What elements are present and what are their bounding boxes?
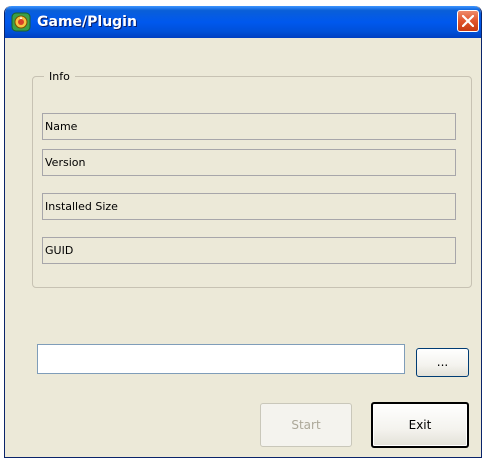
window-title: Game/Plugin [37, 14, 137, 30]
info-group-legend: Info [44, 70, 75, 84]
guid-field: GUID [42, 237, 456, 264]
start-button[interactable]: Start [260, 403, 352, 447]
close-button[interactable] [457, 10, 479, 32]
close-icon [462, 15, 474, 27]
exit-button[interactable]: Exit [371, 402, 469, 448]
name-field: Name [42, 113, 456, 140]
path-input[interactable] [37, 344, 405, 374]
installed-size-field: Installed Size [42, 193, 456, 220]
browse-button[interactable]: ... [416, 348, 469, 377]
dialog-window: Game/Plugin Info Name Version Installed … [4, 6, 482, 458]
version-field: Version [42, 149, 456, 176]
title-bar[interactable]: Game/Plugin [5, 6, 481, 38]
app-logo-icon [11, 12, 31, 32]
